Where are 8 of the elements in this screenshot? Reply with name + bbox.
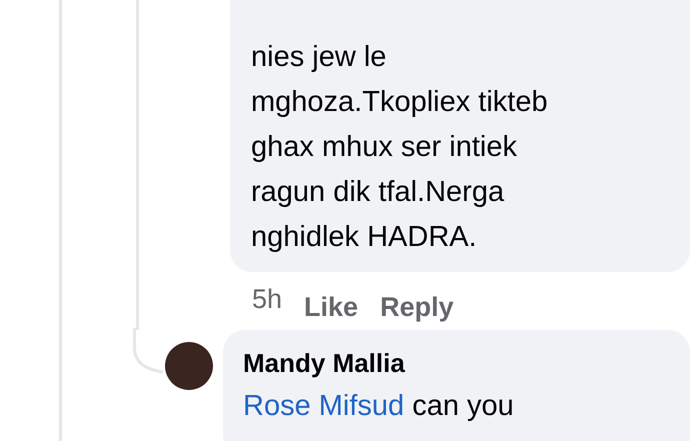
- mention-link[interactable]: Rose Mifsud: [243, 390, 404, 422]
- avatar: [165, 342, 213, 390]
- like-link[interactable]: Like: [304, 284, 358, 330]
- reply-link[interactable]: Reply: [380, 284, 454, 330]
- comment-author[interactable]: Mandy Mallia: [243, 342, 670, 384]
- comment-text: Rose Mifsud can you: [243, 389, 515, 424]
- comment-time: 5h: [252, 284, 282, 316]
- comment-text: nies jew le mghoza.Tkopliex tikteb ghax mhux ser intiek ragun dik tfal.Nerga nghidlek HADRA.: [251, 40, 549, 255]
